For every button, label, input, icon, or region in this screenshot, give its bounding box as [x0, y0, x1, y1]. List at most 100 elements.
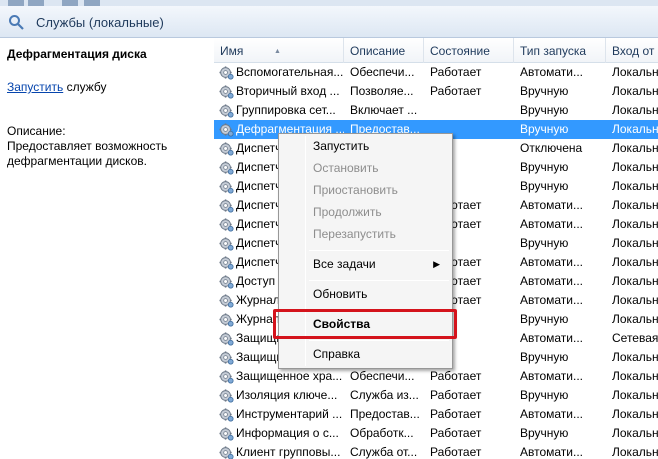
service-gear-icon [219, 293, 234, 308]
menu-separator [309, 250, 449, 251]
service-startup-type: Вручную [520, 122, 569, 136]
service-logon: Локальн [612, 217, 658, 231]
service-state: Работает [430, 445, 482, 459]
service-gear-icon [219, 179, 234, 194]
service-logon: Локальн [612, 255, 658, 269]
service-name: Клиент групповы... [236, 445, 341, 459]
service-description: Служба из... [350, 388, 419, 402]
service-startup-type: Автомати... [520, 255, 584, 269]
table-row[interactable]: Клиент групповы... Служба от... Работает Ав… [214, 443, 658, 459]
column-header-startup-type[interactable]: Тип запуска [514, 38, 606, 63]
table-row[interactable]: Информация о с... Обработк... Работает Вруч… [214, 424, 658, 443]
service-name: Группировка сет... [236, 103, 336, 117]
service-startup-type: Автомати... [520, 198, 584, 212]
service-logon: Локальн [612, 312, 658, 326]
menu-item-label: Перезапустить [313, 227, 396, 241]
start-service-link[interactable]: Запустить [7, 80, 63, 94]
service-name: Вспомогательная... [236, 65, 344, 79]
service-gear-icon [219, 426, 234, 441]
service-startup-type: Автомати... [520, 274, 584, 288]
column-header-description[interactable]: Описание [344, 38, 424, 63]
menu-separator [309, 340, 449, 341]
service-logon: Локальн [612, 236, 658, 250]
service-gear-icon [219, 388, 234, 403]
menu-item-label: Приостановить [313, 183, 398, 197]
start-service-line: Запустить службу [7, 80, 106, 94]
service-logon: Локальн [612, 198, 658, 212]
table-row[interactable]: Инструментарий ... Предостав... Работает Ав… [214, 405, 658, 424]
description-label: Описание: [7, 124, 66, 138]
column-header-logon[interactable]: Вход от и [606, 38, 658, 63]
menu-item-label: Все задачи [313, 257, 376, 271]
column-header-state[interactable]: Состояние [424, 38, 514, 63]
menu-item-help[interactable]: Справка [281, 344, 450, 365]
service-gear-icon [219, 160, 234, 175]
menu-item-label: Остановить [313, 161, 379, 175]
table-row[interactable]: Вспомогательная... Обеспечи... Работает Авт… [214, 63, 658, 82]
service-logon: Локальн [612, 179, 658, 193]
menu-item-pause: Приостановить [281, 180, 450, 201]
service-startup-type: Вручную [520, 160, 569, 174]
table-row[interactable]: Группировка сет... Включает ... Вручную Лок… [214, 101, 658, 120]
service-logon: Локальн [612, 350, 658, 364]
menu-item-stop: Остановить [281, 158, 450, 179]
service-logon: Локальн [612, 122, 658, 136]
service-logon: Локальн [612, 274, 658, 288]
properties-highlight-box [273, 309, 457, 339]
service-name: Вторичный вход ... [236, 84, 340, 98]
service-gear-icon [219, 65, 234, 80]
service-startup-type: Вручную [520, 103, 569, 117]
service-startup-type: Автомати... [520, 369, 584, 383]
service-description: Включает ... [350, 103, 418, 117]
service-startup-type: Вручную [520, 426, 569, 440]
service-gear-icon [219, 274, 234, 289]
service-description: Обработк... [350, 426, 414, 440]
service-logon: Локальн [612, 407, 658, 421]
menu-item-refresh[interactable]: Обновить [281, 284, 450, 305]
table-row[interactable]: Защищенное хра... Обеспечи... Работает Авто… [214, 367, 658, 386]
menu-item-start[interactable]: Запустить [281, 136, 450, 157]
menu-item-all-tasks[interactable]: Все задачи ▶ [281, 254, 450, 275]
service-startup-type: Вручную [520, 312, 569, 326]
service-name: Информация о с... [236, 426, 339, 440]
description-text: Предоставляет возможность дефрагментации… [7, 139, 168, 168]
service-startup-type: Отключена [520, 141, 583, 155]
submenu-arrow-icon: ▶ [433, 259, 440, 269]
service-name: Защищенное хра... [236, 369, 343, 383]
service-description: Предостав... [350, 407, 420, 421]
service-state: Работает [430, 84, 482, 98]
service-gear-icon [219, 350, 234, 365]
service-state [430, 101, 518, 120]
menu-item-restart: Перезапустить [281, 224, 450, 245]
service-gear-icon [219, 312, 234, 327]
service-logon: Локальн [612, 103, 658, 117]
service-state: Работает [430, 426, 482, 440]
service-startup-type: Вручную [520, 179, 569, 193]
service-logon: Локальн [612, 160, 658, 174]
column-header-name[interactable]: Имя ▲ [214, 38, 344, 63]
service-startup-type: Вручную [520, 350, 569, 364]
service-startup-type: Автомати... [520, 217, 584, 231]
menu-item-label: Запустить [313, 139, 370, 153]
pane-header: Службы (локальные) [0, 6, 658, 38]
service-logon: Сетевая [612, 331, 658, 345]
service-gear-icon [219, 217, 234, 232]
table-row[interactable]: Вторичный вход ... Позволяе... Работает Вру… [214, 82, 658, 101]
service-startup-type: Вручную [520, 84, 569, 98]
start-service-suffix: службу [63, 80, 107, 94]
service-gear-icon [219, 141, 234, 156]
service-description: Служба от... [350, 445, 418, 459]
service-startup-type: Автомати... [520, 445, 584, 459]
service-gear-icon [219, 198, 234, 213]
service-startup-type: Вручную [520, 236, 569, 250]
service-logon: Локальн [612, 445, 658, 459]
pane-title: Службы (локальные) [36, 15, 164, 30]
menu-item-label: Справка [313, 347, 361, 361]
service-gear-icon [219, 255, 234, 270]
sort-up-icon: ▲ [274, 48, 281, 55]
menu-item-label: Обновить [313, 287, 368, 301]
service-startup-type: Автомати... [520, 331, 584, 345]
menu-separator [309, 280, 449, 281]
service-details-panel: Дефрагментация диска Запустить службу Оп… [0, 38, 214, 459]
table-row[interactable]: Изоляция ключе... Служба из... Работает Вру… [214, 386, 658, 405]
